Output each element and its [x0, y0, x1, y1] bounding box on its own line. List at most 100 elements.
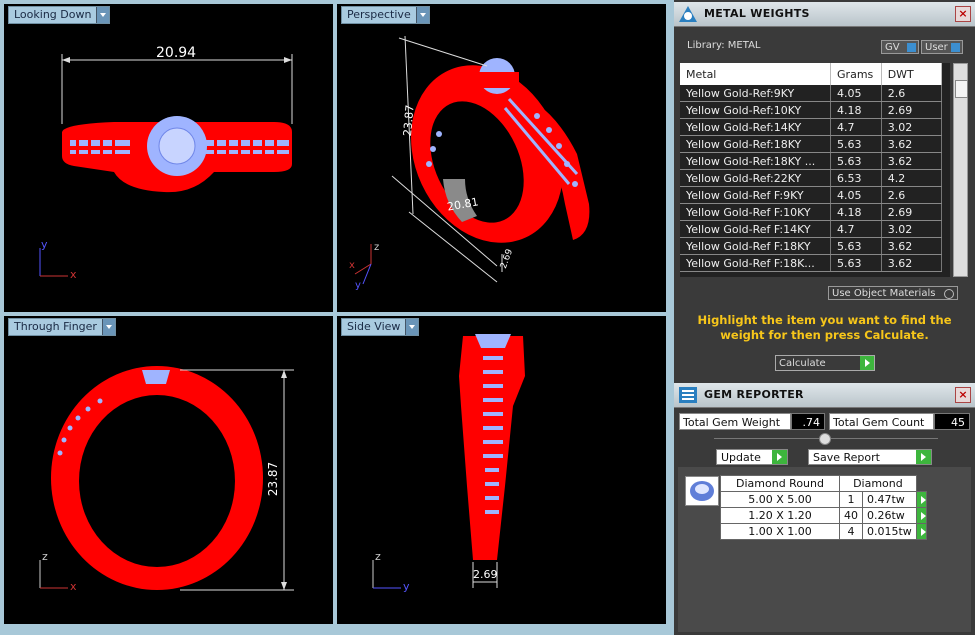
ring-front-view [39, 366, 294, 591]
axis-x-label: x [70, 268, 77, 281]
table-row[interactable]: Yellow Gold-Ref F:10KY 4.18 2.69 [680, 203, 943, 221]
play-icon[interactable] [915, 507, 927, 524]
gem-size: 5.00 X 5.00 [720, 491, 840, 508]
total-gem-count-value: 45 [934, 413, 970, 430]
dimension-height-label: 23.87 [400, 104, 417, 137]
gem-reporter-icon [679, 387, 697, 403]
play-icon [916, 450, 931, 464]
splitter-knob-icon[interactable] [819, 433, 831, 445]
viewport-through-finger[interactable]: Through Finger 23.87 z x [4, 316, 333, 624]
play-icon[interactable] [915, 523, 927, 540]
table-row[interactable]: Yellow Gold-Ref:18KY ... 5.63 3.62 [680, 152, 943, 170]
viewport-label: Perspective [347, 8, 411, 21]
use-object-materials-label: Use Object Materials [832, 288, 936, 299]
save-report-button[interactable]: Save Report [808, 449, 932, 465]
radio-icon [944, 289, 954, 299]
viewport-tab-through-finger[interactable]: Through Finger [8, 318, 116, 336]
dropdown-arrow-icon[interactable] [101, 319, 115, 335]
table-row[interactable]: 1.00 X 1.00 4 0.015tw [720, 523, 927, 540]
metal-name: Yellow Gold-Ref F:14KY [680, 220, 832, 238]
axis-y-label: y [403, 580, 410, 593]
dimension-label: 2.69 [473, 568, 498, 581]
gem-material-header: Diamond [839, 475, 917, 492]
total-gem-weight-label: Total Gem Weight [679, 413, 791, 430]
dwt: 3.02 [881, 220, 943, 238]
metal-table-scrollbar[interactable] [953, 63, 968, 277]
close-icon[interactable]: × [955, 387, 971, 403]
scrollbar-thumb[interactable] [955, 80, 968, 98]
table-row[interactable]: Yellow Gold-Ref F:14KY 4.7 3.02 [680, 220, 943, 238]
dropdown-arrow-icon[interactable] [415, 7, 429, 23]
spacer [916, 476, 926, 492]
grams: 4.05 [830, 85, 882, 102]
metal-name: Yellow Gold-Ref:9KY [680, 85, 832, 102]
library-label: Library: METAL [687, 40, 761, 51]
total-gem-count-label: Total Gem Count [829, 413, 934, 430]
table-row[interactable]: Yellow Gold-Ref:18KY 5.63 3.62 [680, 135, 943, 153]
ring-side-view [372, 334, 525, 589]
dropdown-arrow-icon[interactable] [405, 319, 419, 335]
dwt: 2.6 [881, 186, 943, 204]
table-row[interactable]: Yellow Gold-Ref:14KY 4.7 3.02 [680, 118, 943, 136]
gem-size: 1.20 X 1.20 [720, 507, 840, 524]
save-report-label: Save Report [813, 451, 880, 464]
viewport-side-view[interactable]: Side View 2.69 z y [337, 316, 666, 624]
dwt: 3.62 [881, 135, 943, 153]
table-row[interactable]: Yellow Gold-Ref F:18KY 5.63 3.62 [680, 237, 943, 255]
use-object-materials-toggle[interactable]: Use Object Materials [828, 286, 958, 300]
calculate-hint: Highlight the item you want to find the … [697, 313, 952, 342]
update-button[interactable]: Update [716, 449, 788, 465]
viewport-tab-side-view[interactable]: Side View [341, 318, 420, 336]
calculate-button[interactable]: Calculate [775, 355, 875, 371]
table-row[interactable]: Yellow Gold-Ref:22KY 6.53 4.2 [680, 169, 943, 187]
dwt: 3.62 [881, 254, 943, 272]
viewport-tab-perspective[interactable]: Perspective [341, 6, 430, 24]
viewport-label: Through Finger [14, 320, 97, 333]
column-header[interactable]: DWT [881, 63, 943, 85]
gv-label: GV [885, 42, 900, 53]
metal-name: Yellow Gold-Ref F:18K... [680, 254, 832, 272]
user-toggle[interactable]: User [921, 40, 963, 54]
axis-z-label: z [42, 550, 48, 563]
axis-y-label: y [355, 280, 361, 291]
table-row[interactable]: Yellow Gold-Ref F:9KY 4.05 2.6 [680, 186, 943, 204]
viewport-tab-looking-down[interactable]: Looking Down [8, 6, 111, 24]
grams: 5.63 [830, 135, 882, 153]
dwt: 3.02 [881, 118, 943, 136]
close-icon[interactable]: × [955, 6, 971, 22]
table-row[interactable]: Yellow Gold-Ref:10KY 4.18 2.69 [680, 101, 943, 119]
metal-weights-icon [679, 6, 697, 22]
dwt: 2.69 [881, 203, 943, 221]
gem-report-table: Diamond Round Diamond 5.00 X 5.00 1 0.47… [720, 475, 927, 540]
column-header[interactable]: Metal [680, 63, 832, 85]
metal-weights-header: METAL WEIGHTS × [674, 2, 975, 27]
column-header[interactable]: Grams [830, 63, 882, 85]
grams: 5.63 [830, 152, 882, 170]
metal-name: Yellow Gold-Ref:14KY [680, 118, 832, 136]
axis-x-label: x [349, 260, 355, 271]
right-panel: METAL WEIGHTS × Library: METAL GV User M… [674, 0, 975, 635]
metal-name: Yellow Gold-Ref F:10KY [680, 203, 832, 221]
gem-weight: 0.47tw [862, 491, 917, 508]
gem-count: 40 [839, 507, 863, 524]
metal-name: Yellow Gold-Ref F:9KY [680, 186, 832, 204]
gv-toggle[interactable]: GV [881, 40, 919, 54]
grams: 5.63 [830, 237, 882, 255]
dwt: 3.62 [881, 152, 943, 170]
play-icon[interactable] [915, 491, 927, 508]
viewport-perspective[interactable]: Perspective 23.87 20.81 2.69 z x y [337, 4, 666, 312]
table-row[interactable]: Yellow Gold-Ref F:18K... 5.63 3.62 [680, 254, 943, 272]
dimension-label: 20.94 [156, 45, 197, 61]
axis-z-label: z [375, 550, 381, 563]
gem-count: 4 [839, 523, 863, 540]
table-row[interactable]: 1.20 X 1.20 40 0.26tw [720, 507, 927, 524]
grams: 4.18 [830, 203, 882, 221]
gem-size: 1.00 X 1.00 [720, 523, 840, 540]
gem-weight: 0.015tw [862, 523, 917, 540]
panel-title: METAL WEIGHTS [704, 7, 810, 20]
dwt: 4.2 [881, 169, 943, 187]
viewport-looking-down[interactable]: Looking Down 20.94 y x [4, 4, 333, 312]
table-row[interactable]: Yellow Gold-Ref:9KY 4.05 2.6 [680, 85, 943, 102]
dropdown-arrow-icon[interactable] [96, 7, 110, 23]
table-row[interactable]: 5.00 X 5.00 1 0.47tw [720, 491, 927, 508]
